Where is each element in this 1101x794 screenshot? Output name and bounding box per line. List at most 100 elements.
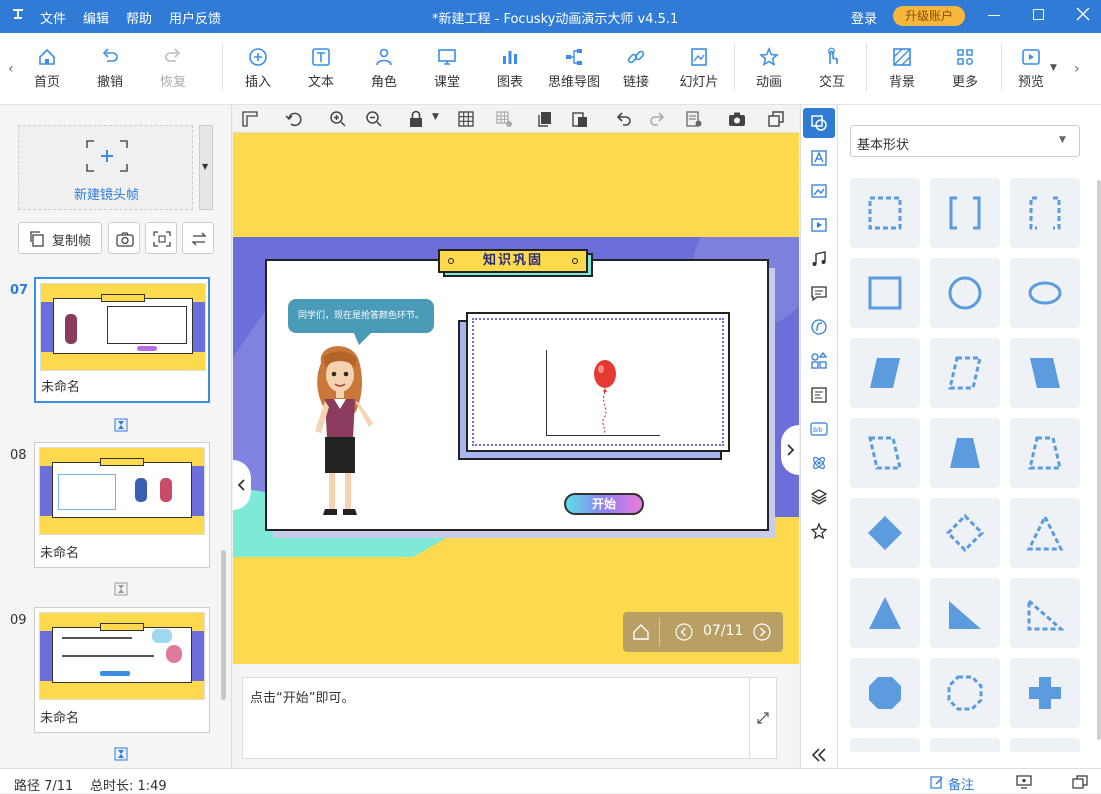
toolbar-text-button[interactable]: 文本 (291, 47, 351, 90)
speech-bubble[interactable]: 同学们，现在是抢答颜色环节。 (288, 299, 434, 333)
document-settings-icon[interactable] (685, 110, 703, 128)
shape-dashed-octagon[interactable] (930, 658, 1000, 728)
notes-toggle-button[interactable]: 备注 (930, 773, 980, 793)
menu-feedback[interactable]: 用户反馈 (169, 8, 221, 27)
question-box[interactable] (466, 312, 730, 452)
login-link[interactable]: 登录 (851, 8, 877, 27)
collapse-right-button[interactable] (781, 425, 799, 475)
toolbar-link-button[interactable]: 链接 (606, 47, 666, 90)
pin-icon[interactable] (10, 7, 26, 23)
new-frame-button[interactable]: 新建镜头帧 (18, 125, 193, 210)
toolbar-chart-button[interactable]: 图表 (480, 47, 540, 90)
transition-icon[interactable] (114, 418, 128, 432)
step-back-icon[interactable] (614, 110, 632, 128)
toolbar-classroom-button[interactable]: 课堂 (417, 47, 477, 90)
frame-panel-scrollbar[interactable] (221, 550, 226, 700)
shape-diamond[interactable] (850, 498, 920, 568)
shape-plus[interactable] (1010, 658, 1080, 728)
shape-ellipse[interactable] (1010, 258, 1080, 328)
toolbar-role-button[interactable]: 角色 (354, 47, 414, 90)
shape-parallelogram[interactable] (850, 338, 920, 408)
prev-page-icon[interactable] (675, 623, 693, 641)
transition-icon[interactable] (114, 747, 128, 761)
maximize-icon[interactable] (1033, 9, 1044, 20)
bib-icon[interactable]: Bib (810, 420, 828, 438)
shape-dashed-square[interactable] (850, 178, 920, 248)
shape-dashed-brackets[interactable] (1010, 178, 1080, 248)
toolbar-undo-button[interactable]: 撤销 (80, 47, 140, 90)
toolbar-slides-button[interactable]: 幻灯片 (669, 47, 729, 90)
lock-dropdown-icon[interactable]: ▼ (432, 112, 439, 122)
collapse-panel-icon[interactable] (810, 746, 828, 764)
paste-icon[interactable] (571, 110, 589, 128)
toolbar-background-button[interactable]: 背景 (872, 47, 932, 90)
step-forward-icon[interactable] (649, 110, 667, 128)
new-frame-dropdown[interactable]: ▼ (199, 125, 213, 210)
video-icon[interactable] (810, 216, 828, 234)
formula-icon[interactable] (810, 386, 828, 404)
toolbar-insert-button[interactable]: 插入 (228, 47, 288, 90)
text-box-icon[interactable] (810, 149, 828, 167)
scroll-right-icon[interactable]: › (1074, 61, 1080, 77)
zoom-in-icon[interactable] (329, 110, 347, 128)
shape-partial[interactable] (850, 738, 920, 752)
screenshot-icon[interactable] (728, 110, 746, 128)
start-button[interactable]: 开始 (564, 493, 644, 515)
toolbar-interact-button[interactable]: 交互 (802, 47, 862, 90)
window-mode-icon[interactable] (767, 110, 785, 128)
shape-parallelogram-right[interactable] (1010, 338, 1080, 408)
home-nav-icon[interactable] (632, 623, 650, 641)
shape-right-triangle[interactable] (930, 578, 1000, 648)
image-icon[interactable] (810, 182, 828, 200)
teacher-character[interactable] (303, 343, 383, 518)
shape-partial[interactable] (1010, 738, 1080, 752)
menu-help[interactable]: 帮助 (126, 8, 152, 27)
shape-dashed-trapezoid[interactable] (1010, 418, 1080, 488)
shape-trapezoid[interactable] (930, 418, 1000, 488)
music-icon[interactable] (810, 250, 828, 268)
thumb-frame-07[interactable]: 未命名 (34, 277, 210, 403)
toolbar-mindmap-button[interactable]: 思维导图 (543, 47, 605, 90)
components-icon[interactable] (810, 352, 828, 370)
close-icon[interactable] (1076, 7, 1090, 21)
shape-square[interactable] (850, 258, 920, 328)
transition-icon[interactable] (114, 582, 128, 596)
window-toggle-icon[interactable] (1072, 775, 1088, 789)
shapes-scrollbar[interactable] (1097, 180, 1101, 740)
thumb-frame-09[interactable]: 未命名 (34, 607, 210, 733)
shape-triangle[interactable] (850, 578, 920, 648)
shape-octagon[interactable] (850, 658, 920, 728)
notes-editor[interactable]: 点击“开始”即可。 (242, 677, 777, 759)
shape-dashed-right-triangle[interactable] (1010, 578, 1080, 648)
snapshot-button[interactable] (108, 222, 140, 254)
slide-canvas[interactable]: 知识巩固 同学们，现在是抢答颜色环节。 开始 07/11 (233, 133, 799, 664)
toolbar-home-button[interactable]: 首页 (17, 47, 77, 90)
ruler-icon[interactable] (241, 110, 259, 128)
duplicate-icon[interactable] (536, 110, 554, 128)
atom-icon[interactable] (810, 454, 828, 472)
menu-file[interactable]: 文件 (40, 8, 66, 27)
rotate-icon[interactable] (285, 110, 303, 128)
frame-fit-button[interactable] (145, 222, 177, 254)
favorite-star-icon[interactable] (810, 522, 828, 540)
minimize-icon[interactable] (988, 15, 1000, 16)
flash-icon[interactable] (810, 318, 828, 336)
shape-dashed-triangle[interactable] (1010, 498, 1080, 568)
toolbar-redo-button[interactable]: 恢复 (143, 47, 203, 90)
toolbar-animation-button[interactable]: 动画 (739, 47, 799, 90)
layers-icon[interactable] (810, 488, 828, 506)
title-banner[interactable]: 知识巩固 (438, 249, 588, 273)
copy-frame-button[interactable]: 复制帧 (18, 222, 102, 254)
balloon-icon[interactable] (592, 360, 620, 434)
grid-icon[interactable] (457, 110, 475, 128)
swap-frame-button[interactable] (182, 222, 214, 254)
shape-dashed-diamond[interactable] (930, 498, 1000, 568)
next-page-icon[interactable] (753, 623, 771, 641)
thumb-frame-08[interactable]: 未命名 (34, 442, 210, 568)
scroll-left-icon[interactable]: ‹ (8, 61, 14, 77)
display-icon[interactable] (1016, 775, 1032, 789)
preview-dropdown-icon[interactable]: ▼ (1050, 63, 1057, 73)
shape-circle[interactable] (930, 258, 1000, 328)
shape-dashed-parallelogram-right[interactable] (850, 418, 920, 488)
lock-icon[interactable] (407, 110, 425, 128)
